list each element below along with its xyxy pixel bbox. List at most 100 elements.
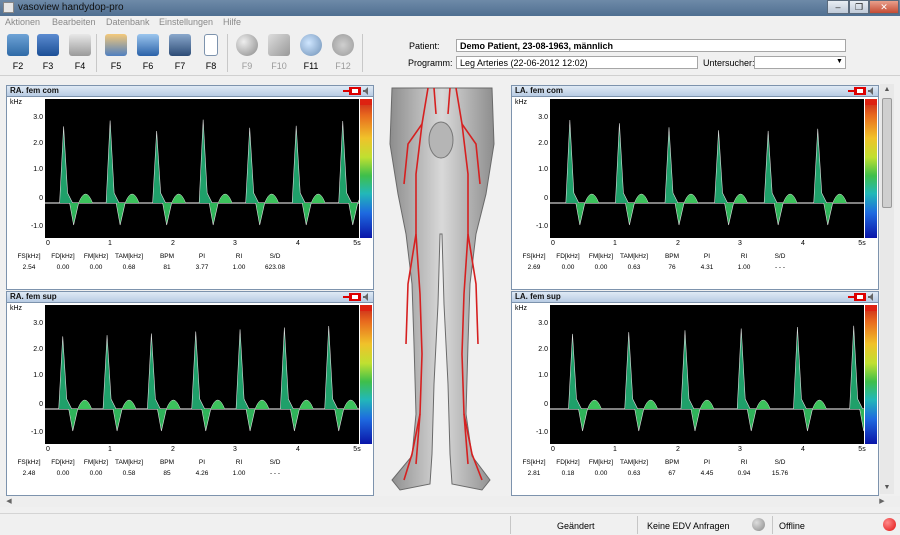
scroll-up-icon[interactable]: ▲ bbox=[880, 84, 894, 96]
chevron-down-icon[interactable]: ▼ bbox=[836, 58, 843, 65]
record-indicator-icon[interactable] bbox=[343, 87, 361, 95]
patient-button[interactable]: F5 bbox=[101, 32, 131, 76]
patient-field[interactable]: Demo Patient, 23-08-1963, männlich bbox=[456, 39, 846, 52]
measurement-header: BPM bbox=[664, 459, 680, 466]
scroll-thumb[interactable] bbox=[882, 98, 892, 208]
program-field[interactable]: Leg Arteries (22-06-2012 12:02) bbox=[456, 56, 698, 69]
menu-aktionen[interactable]: Aktionen bbox=[5, 17, 40, 27]
probe-button[interactable]: F10 bbox=[264, 32, 294, 76]
measurement-header: S/D bbox=[774, 459, 786, 466]
systolic-peak bbox=[813, 128, 827, 204]
examiner-select[interactable] bbox=[754, 56, 846, 69]
speaker-icon[interactable] bbox=[363, 293, 371, 301]
systolic-peak bbox=[58, 336, 73, 410]
maximize-button[interactable]: ❐ bbox=[849, 0, 869, 14]
y-tick-label: -1.0 bbox=[535, 223, 548, 230]
zoom-button[interactable]: F11 bbox=[296, 32, 326, 76]
reverse-flow bbox=[112, 408, 123, 432]
color-scale-bar bbox=[865, 305, 877, 444]
systolic-peak bbox=[624, 332, 639, 410]
speaker-button[interactable]: F12 bbox=[328, 32, 358, 76]
edit-record-button[interactable]: F6 bbox=[133, 32, 163, 76]
scroll-right-icon[interactable]: ▶ bbox=[876, 496, 888, 507]
systolic-peak bbox=[102, 335, 117, 410]
measurement-value: 0.63 bbox=[627, 264, 641, 271]
menu-bearbeiten[interactable]: Bearbeiten bbox=[52, 17, 96, 27]
measurement-header: TAM[kHz] bbox=[619, 459, 649, 466]
program-label: Programm: bbox=[408, 58, 453, 68]
y-axis-unit: kHz bbox=[515, 305, 528, 312]
diastolic-flow bbox=[124, 193, 140, 204]
doppler-panel: LA. fem com kHz 3.0 2.0 1.0 0 -1.0 0 1 2 3 4 5s FS[kH… bbox=[511, 85, 879, 290]
record-indicator-icon[interactable] bbox=[848, 87, 866, 95]
save-button[interactable]: F3 bbox=[33, 32, 63, 76]
record-indicator-icon[interactable] bbox=[343, 293, 361, 301]
document-button[interactable]: F8 bbox=[196, 32, 226, 76]
x-tick-label: 3 bbox=[738, 240, 742, 247]
doppler-spectrum bbox=[550, 305, 864, 444]
status-separator bbox=[637, 516, 638, 534]
close-button[interactable]: ✕ bbox=[869, 0, 899, 14]
print-button[interactable]: F4 bbox=[65, 32, 95, 76]
menu-datenbank[interactable]: Datenbank bbox=[106, 17, 150, 27]
x-tick-label: 2 bbox=[676, 240, 680, 247]
diastolic-flow bbox=[733, 193, 748, 204]
speaker-icon[interactable] bbox=[363, 87, 371, 95]
measurement-value: 76 bbox=[668, 264, 676, 271]
vertical-scrollbar[interactable]: ▲ ▼ bbox=[880, 84, 894, 494]
toolbar-separator bbox=[362, 34, 363, 72]
scroll-left-icon[interactable]: ◀ bbox=[3, 496, 15, 507]
diastolic-flow bbox=[264, 193, 279, 204]
x-tick-label: 1 bbox=[613, 240, 617, 247]
y-tick-label: 0 bbox=[544, 401, 548, 408]
y-tick-label: 2.0 bbox=[538, 140, 548, 147]
y-tick-label: 1.0 bbox=[33, 372, 43, 379]
measurement-header: PI bbox=[198, 459, 206, 466]
scroll-down-icon[interactable]: ▼ bbox=[880, 482, 894, 494]
systolic-peak bbox=[793, 326, 807, 410]
y-tick-label: 2.0 bbox=[33, 140, 43, 147]
panel-title: RA. fem com bbox=[10, 86, 59, 95]
menu-hilfe[interactable]: Hilfe bbox=[223, 17, 241, 27]
doppler-spectrum bbox=[550, 99, 864, 238]
minimize-button[interactable]: – bbox=[827, 0, 849, 14]
measurement-value: 0.94 bbox=[737, 470, 751, 477]
menu-einstellungen[interactable]: Einstellungen bbox=[159, 17, 213, 27]
y-tick-label: 2.0 bbox=[33, 346, 43, 353]
y-tick-label: 0 bbox=[544, 195, 548, 202]
horizontal-scrollbar[interactable]: ◀ ▶ bbox=[0, 496, 900, 507]
open-button[interactable]: F2 bbox=[3, 32, 33, 76]
speaker-icon[interactable] bbox=[868, 293, 876, 301]
leg-arteries-illustration bbox=[389, 87, 495, 491]
probe-icon bbox=[268, 34, 290, 56]
color-scale-top bbox=[865, 99, 877, 105]
diastolic-flow bbox=[310, 193, 326, 204]
measurement-header: PI bbox=[198, 253, 206, 260]
systolic-peak bbox=[338, 120, 352, 204]
systolic-peak bbox=[714, 130, 728, 204]
systolic-peak bbox=[291, 125, 306, 204]
record-sphere-icon bbox=[236, 34, 258, 56]
x-tick-label: 5s bbox=[353, 240, 361, 247]
monitor-button[interactable]: F7 bbox=[165, 32, 195, 76]
systolic-peak bbox=[191, 331, 205, 410]
diastolic-flow bbox=[121, 399, 137, 410]
y-tick-label: 2.0 bbox=[538, 346, 548, 353]
reverse-flow bbox=[334, 408, 345, 432]
y-axis-unit: kHz bbox=[10, 99, 23, 106]
x-tick-label: 5s bbox=[858, 446, 866, 453]
y-tick-label: 1.0 bbox=[538, 372, 548, 379]
reverse-flow bbox=[823, 202, 834, 226]
panel-header: RA. fem sup bbox=[7, 292, 373, 303]
systolic-peak bbox=[198, 119, 213, 204]
speaker-icon[interactable] bbox=[868, 87, 876, 95]
reverse-flow bbox=[575, 202, 586, 226]
systolic-peak bbox=[105, 120, 120, 204]
systolic-peak bbox=[280, 327, 294, 410]
diastolic-flow bbox=[699, 399, 715, 410]
measurement-value: 0.63 bbox=[627, 470, 641, 477]
measurement-header: TAM[kHz] bbox=[114, 253, 144, 260]
reverse-flow bbox=[803, 408, 813, 432]
record-button[interactable]: F9 bbox=[232, 32, 262, 76]
record-indicator-icon[interactable] bbox=[848, 293, 866, 301]
